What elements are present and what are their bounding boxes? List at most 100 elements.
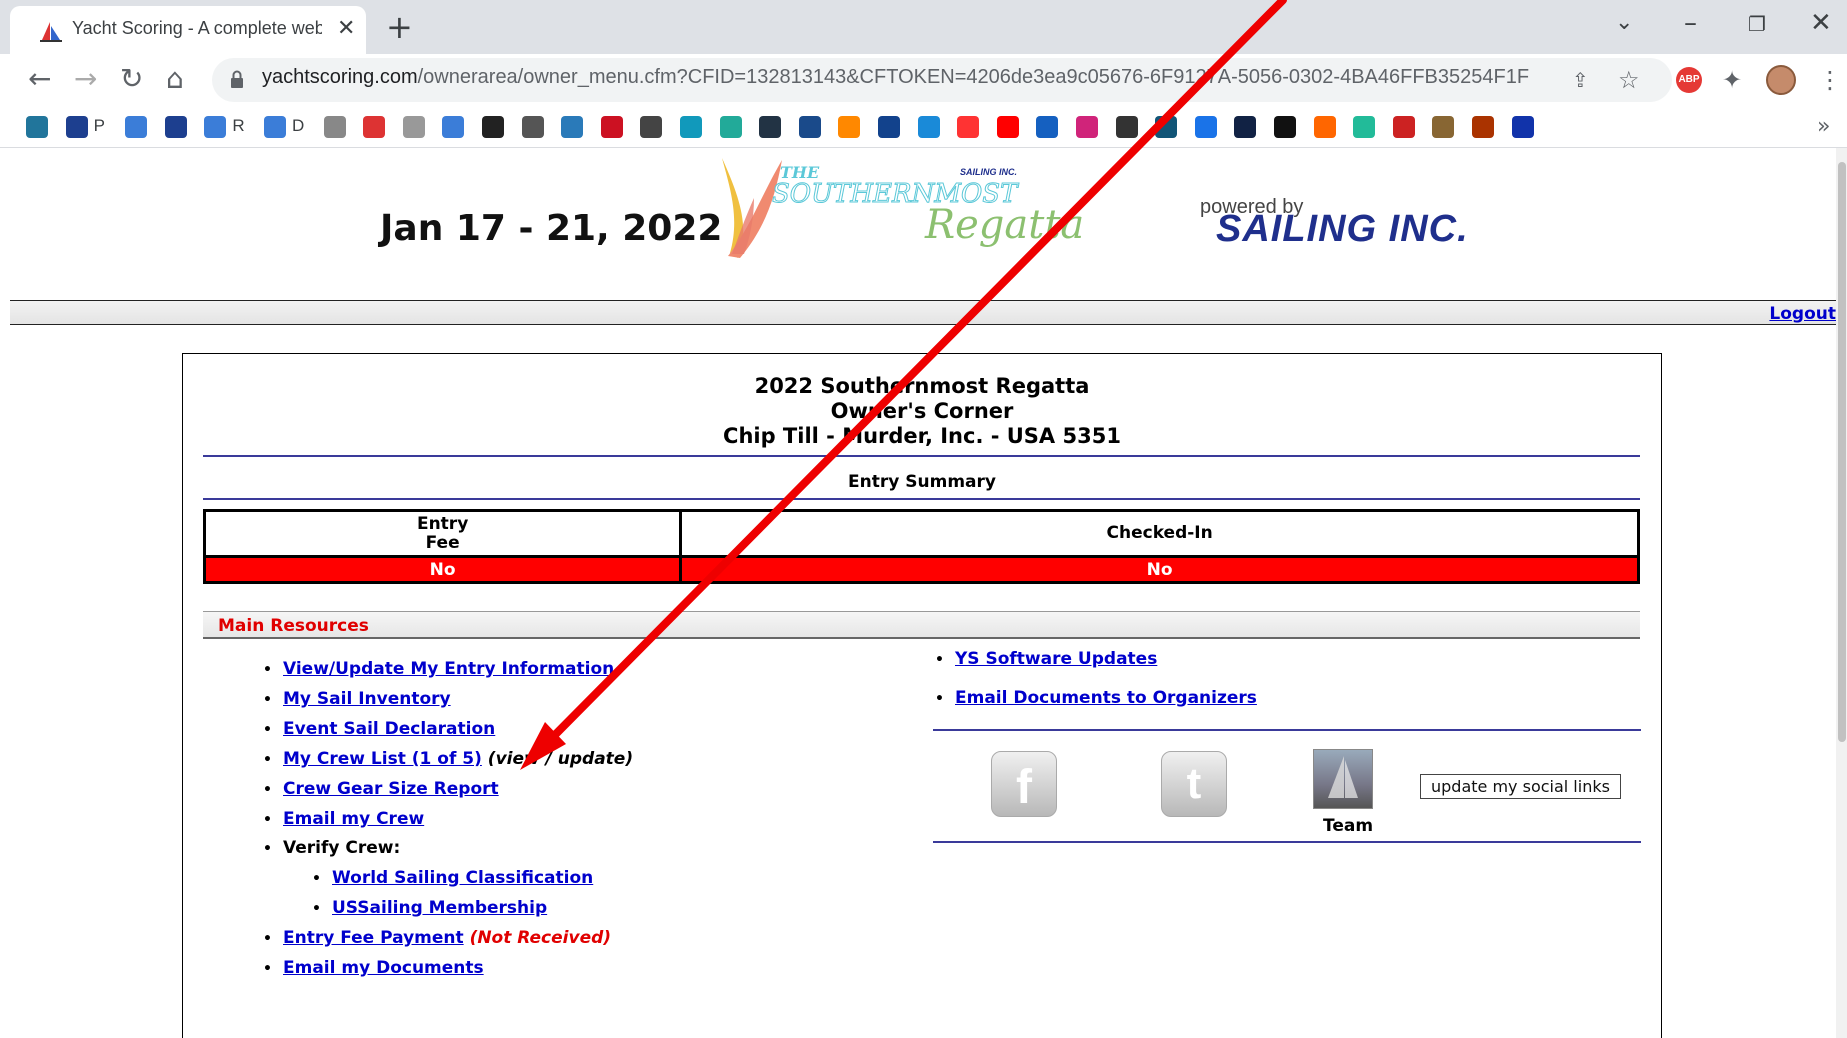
bookmark-badge-icon[interactable] [363, 116, 386, 138]
crew-list-note: (view / update) [487, 749, 634, 769]
list-item: • Verify Crew: [263, 838, 401, 858]
bookmark-pennant-icon[interactable] [402, 116, 425, 138]
team-photo[interactable] [1313, 749, 1373, 809]
social-top-divider [933, 729, 1641, 731]
minimize-icon[interactable]: – [1684, 8, 1697, 38]
entry-summary-table: Entry Fee Checked-In No No [202, 509, 1640, 584]
extensions-puzzle-icon[interactable]: ✦ [1722, 66, 1742, 94]
twitter-icon[interactable]: t [1161, 751, 1227, 817]
window-close-icon[interactable]: ✕ [1810, 8, 1832, 38]
reload-icon[interactable]: ↻ [120, 62, 143, 95]
bookmark-z-icon[interactable] [1194, 116, 1217, 138]
bookmark-youtube-icon[interactable] [996, 116, 1019, 138]
sail-declaration-link[interactable]: Event Sail Declaration [283, 719, 495, 739]
bookmark-v2-icon[interactable] [1392, 116, 1415, 138]
bookmark-label[interactable]: P [94, 116, 105, 136]
bookmark-sail-icon[interactable] [442, 116, 465, 138]
bookmark-label[interactable]: R [232, 116, 244, 136]
entry-fee-status: No [202, 555, 683, 584]
bookmark-rn-icon[interactable] [521, 116, 544, 138]
bookmark-boat-icon[interactable] [1234, 116, 1257, 138]
email-crew-link[interactable]: Email my Crew [283, 809, 424, 829]
crew-gear-report-link[interactable]: Crew Gear Size Report [283, 779, 499, 799]
page-scrollbar[interactable] [1836, 148, 1847, 1038]
list-item: • USSailing Membership [312, 898, 548, 918]
adblock-icon[interactable]: ABP [1676, 67, 1702, 93]
bookmark-sailboat-icon[interactable] [125, 116, 148, 138]
bookmark-flag-icon[interactable] [323, 116, 346, 138]
header-band [10, 301, 1836, 325]
bookmark-wa-icon[interactable] [600, 116, 623, 138]
url-text[interactable]: yachtscoring.com/ownerarea/owner_menu.cf… [262, 66, 1529, 89]
southernmost-regatta-logo: THE SOUTHERNMOST Regatta SAILING INC. [722, 158, 1084, 258]
list-item: • Event Sail Declaration [263, 719, 496, 739]
bookmark-circle-icon[interactable] [917, 116, 940, 138]
bookmark-lifebuoy-icon[interactable] [1511, 116, 1534, 138]
forward-icon[interactable]: → [74, 62, 97, 95]
bookmark-wordpress-icon[interactable] [26, 116, 48, 138]
bookmark-ball-icon[interactable] [1472, 116, 1494, 138]
bookmark-v-icon[interactable] [878, 116, 900, 138]
bookmark-clock-icon[interactable] [1432, 116, 1455, 138]
ussailing-membership-link[interactable]: USSailing Membership [332, 898, 547, 918]
bookmark-ship-icon[interactable] [680, 116, 702, 138]
checked-in-header: Checked-In [679, 509, 1640, 558]
bookmark-sxm-icon[interactable] [1036, 116, 1059, 138]
svg-text:Regatta: Regatta [924, 202, 1084, 248]
bookmark-figure-icon[interactable] [719, 116, 742, 138]
owners-corner-heading: Owner's Corner [830, 399, 1014, 423]
browser-tab[interactable]: Yacht Scoring - A complete web ✕ [10, 6, 366, 54]
entry-fee-payment-link[interactable]: Entry Fee Payment [283, 928, 464, 948]
bookmark-label[interactable]: D [292, 116, 304, 136]
tab-search-icon[interactable]: ⌄ [1615, 10, 1633, 35]
bookmark-sun-icon[interactable] [838, 116, 861, 138]
title-divider [203, 455, 1640, 457]
logout-link[interactable]: Logout [1769, 304, 1836, 324]
back-icon[interactable]: ← [28, 62, 51, 95]
bookmark-regatta-icon[interactable] [482, 116, 504, 138]
list-item: • View/Update My Entry Information [263, 659, 615, 679]
facebook-icon[interactable]: f [991, 751, 1057, 817]
bookmark-p-icon[interactable] [1076, 116, 1098, 138]
crew-list-link[interactable]: My Crew List (1 of 5) [283, 749, 482, 769]
entry-summary-heading: Entry Summary [848, 472, 996, 492]
bookmark-m-icon[interactable] [640, 116, 663, 138]
world-sailing-link[interactable]: World Sailing Classification [332, 868, 593, 888]
bookmark-sf-icon[interactable] [561, 116, 584, 138]
bookmark-sailboat-icon[interactable] [204, 116, 227, 138]
home-icon[interactable]: ⌂ [166, 62, 184, 95]
bookmark-channel-icon[interactable] [798, 116, 821, 138]
bookmark-star-icon[interactable]: ☆ [1618, 66, 1640, 94]
sail-inventory-link[interactable]: My Sail Inventory [283, 689, 451, 709]
list-item: • Crew Gear Size Report [263, 779, 499, 799]
bookmark-hh-icon[interactable] [1115, 116, 1138, 138]
new-tab-icon[interactable]: + [386, 8, 413, 46]
view-update-entry-link[interactable]: View/Update My Entry Information [283, 659, 614, 679]
list-item: • Email Documents to Organizers [935, 688, 1257, 708]
main-resources-heading: Main Resources [218, 616, 369, 636]
ys-software-updates-link[interactable]: YS Software Updates [955, 649, 1157, 669]
bookmark-ussailing-icon[interactable] [65, 116, 88, 138]
tab-close-icon[interactable]: ✕ [337, 16, 355, 41]
email-organizers-link[interactable]: Email Documents to Organizers [955, 688, 1257, 708]
restore-icon[interactable]: ❐ [1748, 12, 1766, 36]
bookmark-nbc-icon[interactable] [957, 116, 980, 138]
list-item: • Email my Crew [263, 809, 425, 829]
bookmark-sailboat-icon[interactable] [264, 116, 286, 138]
bookmark-k-icon[interactable] [1313, 116, 1336, 138]
profile-avatar[interactable] [1766, 65, 1796, 95]
share-icon[interactable]: ⇪ [1572, 68, 1589, 92]
bookmark-wave-icon[interactable] [759, 116, 782, 138]
menu-kebab-icon[interactable]: ⋮ [1818, 66, 1842, 94]
social-bottom-divider [933, 841, 1641, 843]
bookmark-puzzle-icon[interactable] [1353, 116, 1376, 138]
bookmarks-overflow-icon[interactable]: » [1817, 114, 1830, 139]
email-documents-link[interactable]: Email my Documents [283, 958, 484, 978]
bookmark-ussailing-icon[interactable] [164, 116, 187, 138]
scrollbar-thumb[interactable] [1838, 162, 1846, 742]
update-social-links-button[interactable]: update my social links [1420, 774, 1621, 799]
bookmark-tree-icon[interactable] [1155, 116, 1178, 138]
bookmarks-bar: P R D » [0, 106, 1847, 148]
page-title: 2022 Southernmost Regatta Owner's Corner… [183, 374, 1661, 449]
bookmark-amazon-icon[interactable] [1274, 116, 1296, 138]
